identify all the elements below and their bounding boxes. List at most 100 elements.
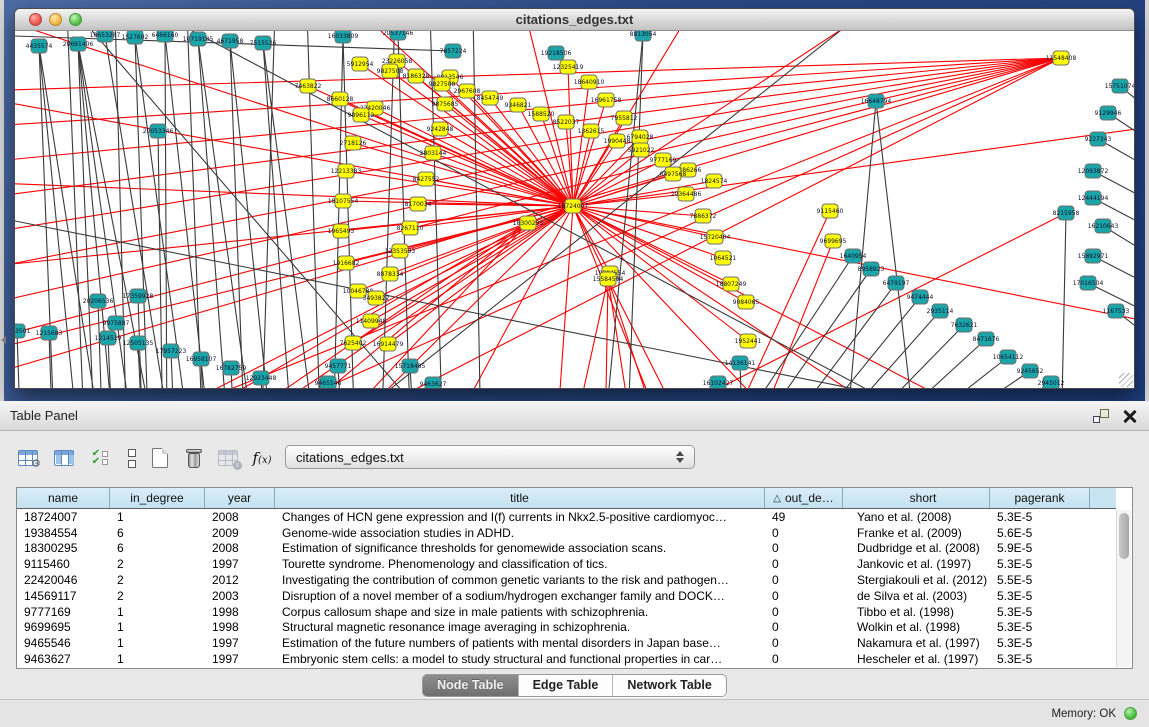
table-options-button[interactable]: ⚙: [14, 444, 42, 472]
column-visibility-button[interactable]: [50, 444, 78, 472]
graph-node[interactable]: 16033809: [328, 31, 359, 43]
table-cell[interactable]: Tourette syndrome. Phenomenology and cla…: [275, 557, 765, 571]
table-cell[interactable]: 49: [765, 510, 843, 524]
graph-node[interactable]: 15751074: [1105, 79, 1134, 93]
table-cell[interactable]: Hescheler et al. (1997): [843, 652, 990, 666]
table-cell[interactable]: 1: [110, 636, 205, 650]
table-cell[interactable]: Wolkin et al. (1998): [843, 620, 990, 634]
graph-node[interactable]: 4435574: [26, 39, 53, 53]
graph-node[interactable]: 8471676: [973, 332, 1000, 346]
table-cell[interactable]: Dudbridge et al. (2008): [843, 541, 990, 555]
select-columns-button[interactable]: ✔ ✔: [86, 444, 114, 472]
table-cell[interactable]: Estimation of significance thresholds fo…: [275, 541, 765, 555]
table-cell[interactable]: 5.3E-5: [990, 636, 1090, 650]
table-type-tabs[interactable]: Node TableEdge TableNetwork Table: [422, 674, 727, 697]
table-cell[interactable]: 1998: [205, 620, 275, 634]
table-cell[interactable]: 5.6E-5: [990, 526, 1090, 540]
graph-node[interactable]: 11409948: [356, 314, 387, 328]
table-cell[interactable]: Franke et al. (2009): [843, 526, 990, 540]
table-row[interactable]: 911546021997Tourette syndrome. Phenomeno…: [17, 556, 1116, 572]
table-cell[interactable]: 9699695: [17, 620, 110, 634]
node-table[interactable]: namein_degreeyeartitle△out_de…shortpager…: [16, 487, 1133, 669]
table-cell[interactable]: 2008: [205, 541, 275, 555]
graph-node[interactable]: 6479197: [883, 276, 910, 290]
table-cell[interactable]: 5.3E-5: [990, 652, 1090, 666]
table-cell[interactable]: 22420046: [17, 573, 110, 587]
graph-node[interactable]: 12325419: [553, 60, 584, 74]
table-cell[interactable]: 14569117: [17, 589, 110, 603]
table-cell[interactable]: 2009: [205, 526, 275, 540]
table-cell[interactable]: 6: [110, 541, 205, 555]
table-cell[interactable]: Genome-wide association studies in ADHD.: [275, 526, 765, 540]
table-cell[interactable]: 5.9E-5: [990, 541, 1090, 555]
table-cell[interactable]: Changes of HCN gene expression and I(f) …: [275, 510, 765, 524]
graph-node[interactable]: 16102427: [703, 376, 734, 388]
table-cell[interactable]: 1997: [205, 636, 275, 650]
graph-node[interactable]: 19218506: [541, 46, 572, 60]
graph-node[interactable]: 1064521: [710, 251, 737, 265]
sidebar-collapse-arrow-icon[interactable]: [1, 336, 6, 344]
table-cell[interactable]: Investigating the contribution of common…: [275, 573, 765, 587]
graph-node[interactable]: 10654112: [993, 350, 1024, 364]
graph-node[interactable]: 12444194: [1078, 191, 1109, 205]
table-source-select[interactable]: citations_edges.txt: [285, 445, 695, 469]
graph-node[interactable]: 7632621: [951, 318, 978, 332]
scrollbar-thumb[interactable]: [1119, 513, 1129, 559]
graph-node[interactable]: 7143501: [15, 324, 31, 338]
table-cell[interactable]: Tibbo et al. (1998): [843, 605, 990, 619]
column-header-year[interactable]: year: [205, 488, 275, 508]
graph-node[interactable]: 16210643: [1088, 219, 1119, 233]
table-cell[interactable]: 18724007: [17, 510, 110, 524]
network-canvas[interactable]: 4435574206914061065328715276026466160107…: [15, 31, 1134, 388]
table-cell[interactable]: 9115460: [17, 557, 110, 571]
table-cell[interactable]: 5.5E-5: [990, 573, 1090, 587]
graph-node[interactable]: 8454749: [477, 91, 504, 105]
table-cell[interactable]: 5.3E-5: [990, 557, 1090, 571]
graph-node[interactable]: 2803144: [420, 146, 447, 160]
graph-node[interactable]: 7886372: [690, 209, 717, 223]
table-row[interactable]: 1872400712008Changes of HCN gene express…: [17, 509, 1116, 525]
graph-node[interactable]: 9975887: [103, 316, 130, 330]
column-header-in_degree[interactable]: in_degree: [110, 488, 205, 508]
graph-node[interactable]: 9474444: [907, 290, 934, 304]
graph-node[interactable]: 2718126: [340, 136, 367, 150]
graph-node[interactable]: 1916682: [333, 256, 360, 270]
table-cell[interactable]: Disruption of a novel member of a sodium…: [275, 589, 765, 603]
column-header-title[interactable]: title: [275, 488, 765, 508]
new-table-button[interactable]: [146, 444, 174, 472]
minimize-window-icon[interactable]: [49, 13, 62, 26]
table-cell[interactable]: 0: [765, 652, 843, 666]
table-row[interactable]: 969969511998Structural magnetic resonanc…: [17, 620, 1116, 636]
table-cell[interactable]: 1998: [205, 605, 275, 619]
table-cell[interactable]: Embryonic stem cells: a model to study s…: [275, 652, 765, 666]
close-panel-icon[interactable]: [1123, 409, 1137, 423]
table-header-row[interactable]: namein_degreeyeartitle△out_de…shortpager…: [17, 488, 1116, 509]
graph-node[interactable]: 12093872: [1078, 164, 1109, 178]
table-cell[interactable]: Stergiakouli et al. (2012): [843, 573, 990, 587]
table-cell[interactable]: Estimation of the future numbers of pati…: [275, 636, 765, 650]
maximize-window-icon[interactable]: [69, 13, 82, 26]
graph-node[interactable]: 9245652: [1017, 364, 1044, 378]
table-cell[interactable]: 9465546: [17, 636, 110, 650]
table-cell[interactable]: 0: [765, 636, 843, 650]
table-cell[interactable]: 1: [110, 510, 205, 524]
graph-node[interactable]: 12505135: [123, 336, 154, 350]
function-builder-button[interactable]: f(x): [248, 444, 276, 472]
graph-node[interactable]: 9463627: [420, 377, 447, 388]
graph-node[interactable]: 8878334: [377, 267, 404, 281]
graph-node[interactable]: 17957223: [156, 344, 187, 358]
table-row[interactable]: 1938455462009Genome-wide association stu…: [17, 525, 1116, 541]
table-cell[interactable]: de Silva et al. (2003): [843, 589, 990, 603]
table-cell[interactable]: Jankovic et al. (1997): [843, 557, 990, 571]
table-cell[interactable]: 6: [110, 526, 205, 540]
table-row[interactable]: 1456911722003Disruption of a novel membe…: [17, 588, 1116, 604]
table-cell[interactable]: 2012: [205, 573, 275, 587]
column-header-short[interactable]: short: [843, 488, 990, 508]
table-cell[interactable]: 18300295: [17, 541, 110, 555]
table-cell[interactable]: 2: [110, 589, 205, 603]
graph-node[interactable]: 1167533: [1103, 304, 1130, 318]
table-cell[interactable]: Yano et al. (2008): [843, 510, 990, 524]
graph-node[interactable]: 8267110: [397, 221, 424, 235]
table-cell[interactable]: 0: [765, 573, 843, 587]
graph-node[interactable]: 2935114: [927, 304, 954, 318]
